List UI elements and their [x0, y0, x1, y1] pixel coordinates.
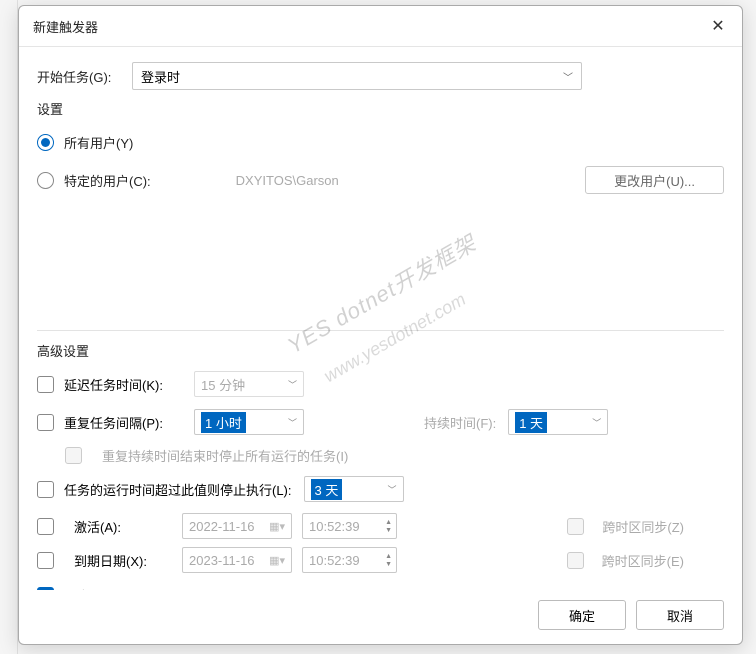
ok-button[interactable]: 确定: [538, 600, 626, 630]
title-bar: 新建触发器 ✕: [19, 6, 742, 47]
expire-date-input[interactable]: 2023-11-16 ▦▾: [182, 547, 292, 573]
expire-date-value: 2023-11-16: [189, 553, 255, 568]
activate-row: 激活(A): 2022-11-16 ▦▾ 10:52:39 ▲▼ 跨时区同步(Z…: [37, 513, 724, 539]
enabled-row: 已启用(B): [37, 581, 724, 590]
start-task-row: 开始任务(G): 登录时 ﹀: [37, 61, 724, 91]
delay-task-select[interactable]: 15 分钟 ﹀: [194, 371, 304, 397]
expire-time-input[interactable]: 10:52:39 ▲▼: [302, 547, 397, 573]
settings-section-title: 设置: [37, 99, 724, 118]
expire-row: 到期日期(X): 2023-11-16 ▦▾ 10:52:39 ▲▼ 跨时区同步…: [37, 547, 724, 573]
specific-user-radio[interactable]: [37, 172, 54, 189]
delay-task-value: 15 分钟: [201, 375, 251, 394]
chevron-down-icon: ﹀: [592, 416, 601, 429]
new-trigger-dialog: 新建触发器 ✕ 开始任务(G): 登录时 ﹀ 设置 所有用户(Y) 特定的用户(…: [18, 5, 743, 645]
close-icon: ✕: [711, 16, 724, 36]
specific-user-value: DXYITOS\Garson: [236, 173, 339, 188]
stop-at-duration-end-row: 重复持续时间结束时停止所有运行的任务(I): [65, 446, 724, 465]
repeat-interval-value: 1 小时: [201, 412, 246, 433]
close-button[interactable]: ✕: [704, 14, 732, 38]
delay-task-checkbox[interactable]: [37, 376, 54, 393]
repeat-task-checkbox[interactable]: [37, 414, 54, 431]
divider: [37, 330, 724, 331]
change-user-button[interactable]: 更改用户(U)...: [585, 166, 724, 194]
stop-if-longer-checkbox[interactable]: [37, 481, 54, 498]
activate-time-input[interactable]: 10:52:39 ▲▼: [302, 513, 397, 539]
stop-if-longer-label: 任务的运行时间超过此值则停止执行(L):: [64, 480, 292, 499]
activate-date-value: 2022-11-16: [189, 519, 255, 534]
tz-sync-1-checkbox: [567, 518, 584, 535]
time-spinner[interactable]: ▲▼: [385, 519, 392, 534]
activate-date-input[interactable]: 2022-11-16 ▦▾: [182, 513, 292, 539]
duration-select[interactable]: 1 天 ﹀: [508, 409, 608, 435]
chevron-down-icon: ﹀: [388, 483, 397, 496]
duration-label: 持续时间(F):: [424, 413, 496, 432]
delay-task-row: 延迟任务时间(K): 15 分钟 ﹀: [37, 370, 724, 398]
dialog-content: 开始任务(G): 登录时 ﹀ 设置 所有用户(Y) 特定的用户(C): DXYI…: [19, 47, 742, 590]
stop-at-duration-end-checkbox: [65, 447, 82, 464]
activate-label: 激活(A):: [74, 517, 172, 536]
advanced-section-title: 高级设置: [37, 341, 724, 360]
tz-sync-2-checkbox: [567, 552, 584, 569]
expire-label: 到期日期(X):: [74, 551, 172, 570]
tz-sync-1-label: 跨时区同步(Z): [602, 517, 684, 536]
activate-checkbox[interactable]: [37, 518, 54, 535]
stop-if-longer-value: 3 天: [311, 479, 343, 500]
start-task-label: 开始任务(G):: [37, 67, 132, 86]
spacer: [37, 204, 724, 324]
tz-sync-2-label: 跨时区同步(E): [602, 551, 684, 570]
repeat-task-label: 重复任务间隔(P):: [64, 413, 182, 432]
calendar-icon: ▦▾: [269, 554, 285, 567]
delay-task-label: 延迟任务时间(K):: [64, 375, 182, 394]
repeat-interval-select[interactable]: 1 小时 ﹀: [194, 409, 304, 435]
all-users-label: 所有用户(Y): [64, 133, 133, 152]
chevron-down-icon: ﹀: [288, 416, 297, 429]
start-task-dropdown[interactable]: 登录时 ﹀: [132, 62, 582, 90]
dialog-footer: 确定 取消: [19, 590, 742, 644]
stop-if-longer-select[interactable]: 3 天 ﹀: [304, 476, 404, 502]
expire-checkbox[interactable]: [37, 552, 54, 569]
specific-user-label: 特定的用户(C):: [64, 171, 151, 190]
calendar-icon: ▦▾: [269, 520, 285, 533]
activate-time-value: 10:52:39: [309, 519, 360, 534]
repeat-task-row: 重复任务间隔(P): 1 小时 ﹀ 持续时间(F): 1 天 ﹀: [37, 408, 724, 436]
chevron-down-icon: ﹀: [563, 69, 573, 84]
stop-at-duration-end-label: 重复持续时间结束时停止所有运行的任务(I): [102, 446, 348, 465]
background-stub: [0, 0, 18, 654]
duration-value: 1 天: [515, 412, 547, 433]
specific-user-radio-row[interactable]: 特定的用户(C): DXYITOS\Garson 更改用户(U)...: [37, 166, 724, 194]
expire-time-value: 10:52:39: [309, 553, 360, 568]
chevron-down-icon: ﹀: [288, 378, 297, 391]
all-users-radio[interactable]: [37, 134, 54, 151]
stop-if-longer-row: 任务的运行时间超过此值则停止执行(L): 3 天 ﹀: [37, 475, 724, 503]
time-spinner[interactable]: ▲▼: [385, 553, 392, 568]
cancel-button[interactable]: 取消: [636, 600, 724, 630]
start-task-value: 登录时: [141, 67, 180, 86]
dialog-title: 新建触发器: [33, 17, 98, 36]
all-users-radio-row[interactable]: 所有用户(Y): [37, 128, 724, 156]
